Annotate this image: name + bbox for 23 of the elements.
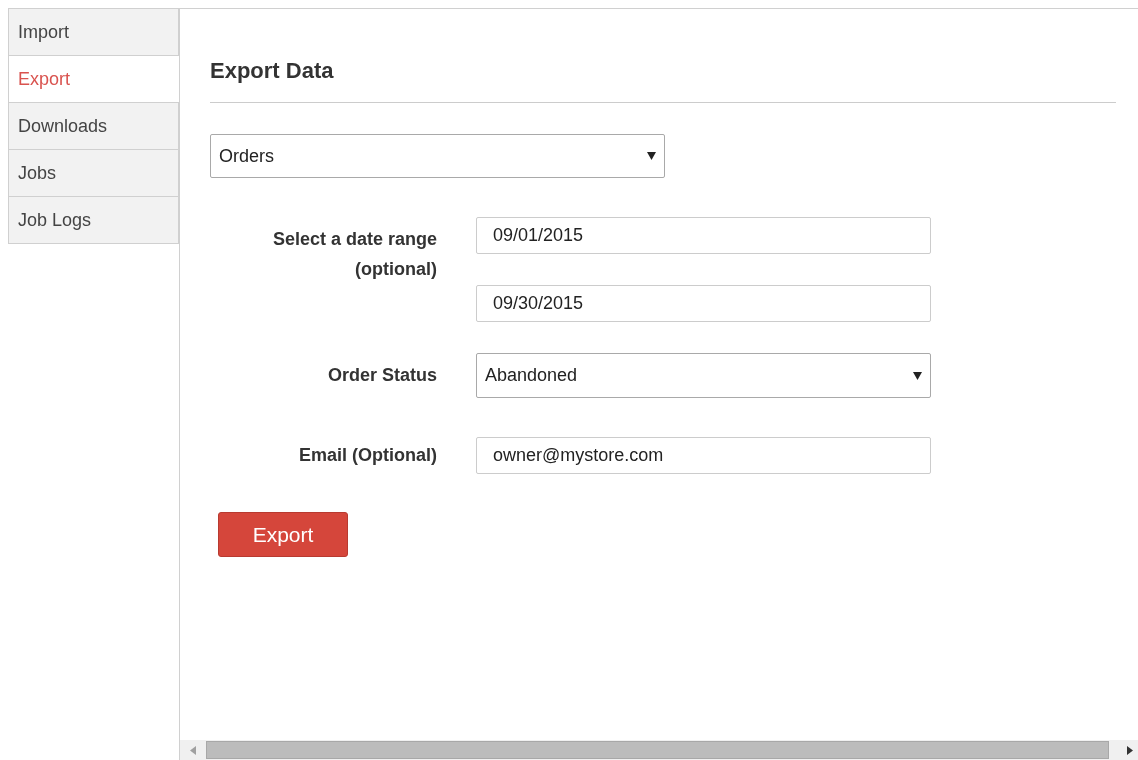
export-button[interactable]: Export bbox=[218, 512, 348, 557]
sidebar-tab[interactable]: Jobs bbox=[8, 150, 179, 197]
horizontal-scrollbar[interactable] bbox=[180, 740, 1138, 760]
order-status-select[interactable]: Abandoned bbox=[476, 353, 931, 398]
page-title: Export Data bbox=[210, 57, 335, 85]
sidebar-tab[interactable]: Job Logs bbox=[8, 197, 179, 244]
dropdown-caret-icon bbox=[647, 152, 656, 160]
date-field[interactable]: 09/30/2015 bbox=[476, 285, 931, 322]
date-field[interactable]: 09/01/2015 bbox=[476, 217, 931, 254]
export-type-select[interactable]: Orders bbox=[210, 134, 665, 178]
field-label: Email (Optional) bbox=[298, 444, 437, 467]
sidebar-tab[interactable]: Export bbox=[8, 56, 179, 103]
scroll-left-icon[interactable] bbox=[190, 745, 196, 755]
sidebar-tab[interactable]: Downloads bbox=[8, 103, 179, 150]
field-label: Order Status bbox=[326, 364, 437, 387]
field-label: Select a date range (optional) bbox=[271, 228, 437, 281]
scrollbar-thumb[interactable] bbox=[206, 741, 1109, 759]
sidebar-tab[interactable]: Import bbox=[8, 9, 179, 56]
email-field[interactable]: owner@mystore.com bbox=[476, 437, 931, 474]
scroll-right-icon[interactable] bbox=[1127, 745, 1133, 755]
select-value: Abandoned bbox=[485, 364, 578, 387]
select-value: Orders bbox=[219, 144, 274, 168]
dropdown-caret-icon bbox=[913, 371, 922, 380]
